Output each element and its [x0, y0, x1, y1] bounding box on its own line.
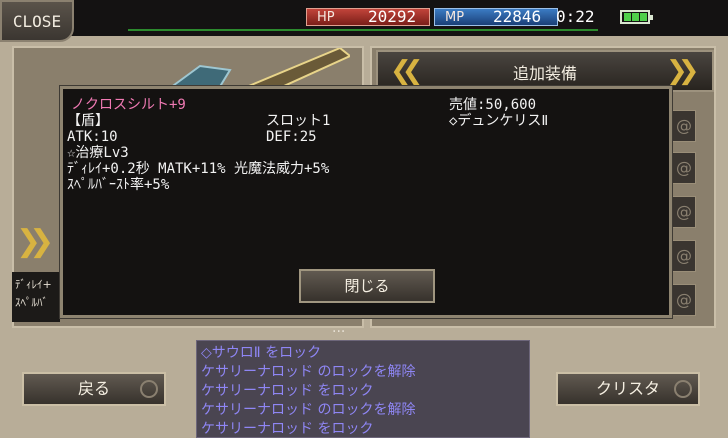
effects-preview-fragment: ﾃﾞｨﾚｲ+ ｽﾍﾟﾙﾊﾞ [12, 272, 60, 322]
set-name: ◇デュンケリスⅡ [449, 113, 549, 129]
divider-line [128, 29, 598, 31]
crystal-button-label: クリスタ [595, 379, 660, 398]
slot-icon[interactable] [670, 152, 696, 184]
slot-icon[interactable] [670, 284, 696, 316]
atk-stat: ATK:10 [67, 129, 118, 145]
skill-text: ☆治療Lv3 [67, 145, 129, 161]
item-name: ノクロスシルト+9 [71, 97, 186, 113]
effects-line: ﾃﾞｨﾚｲ+0.2秒 MATK+11% 光魔法威力+5% [67, 161, 330, 177]
back-button-label: 戻る [77, 379, 110, 398]
scroll-left-chevron-icon[interactable]: ❯❯ [16, 224, 54, 259]
log-line: ケサリーナロッド のロックを解除 [201, 402, 416, 418]
item-type: 【盾】 [67, 113, 109, 129]
close-button[interactable]: CLOSE [0, 0, 74, 42]
mp-value: 22846 [493, 7, 542, 26]
crystal-button[interactable]: クリスタ [556, 372, 700, 406]
back-button[interactable]: 戻る [22, 372, 166, 406]
dialog-close-button[interactable]: 閉じる [299, 269, 435, 303]
fragment-line: ｽﾍﾟﾙﾊﾞ [15, 296, 48, 309]
message-log: ◇サウロⅡ をロック ケサリーナロッド のロックを解除 ケサリーナロッド をロッ… [196, 340, 530, 438]
ornament-icon [674, 380, 692, 398]
battery-icon [620, 10, 653, 24]
fragment-line: ﾃﾞｨﾚｲ+ [15, 278, 52, 291]
log-line: ◇サウロⅡ をロック [201, 345, 322, 361]
item-detail-dialog: ノクロスシルト+9 売値:50,600 【盾】 スロット1 ◇デュンケリスⅡ A… [60, 86, 672, 318]
clock-time: 0:22 [556, 7, 595, 26]
slot-count: スロット1 [266, 113, 331, 129]
slot-icon[interactable] [670, 110, 696, 142]
next-chevron-icon[interactable]: ❯❯ [666, 56, 699, 86]
def-stat: DEF:25 [266, 129, 317, 145]
slot-icon[interactable] [670, 196, 696, 228]
log-line: ケサリーナロッド をロック [201, 383, 374, 399]
log-line: ケサリーナロッド のロックを解除 [201, 364, 416, 380]
slot-icon[interactable] [670, 240, 696, 272]
effects-line: ｽﾍﾟﾙﾊﾞｰｽﾄ率+5% [67, 177, 170, 193]
more-indicator: ... [332, 320, 346, 336]
ornament-icon [140, 380, 158, 398]
log-line: ケサリーナロッド をロック [201, 421, 374, 437]
sell-value: 売値:50,600 [449, 97, 537, 113]
equip-header-title: 追加装備 [512, 64, 577, 83]
hp-value: 20292 [368, 7, 417, 26]
